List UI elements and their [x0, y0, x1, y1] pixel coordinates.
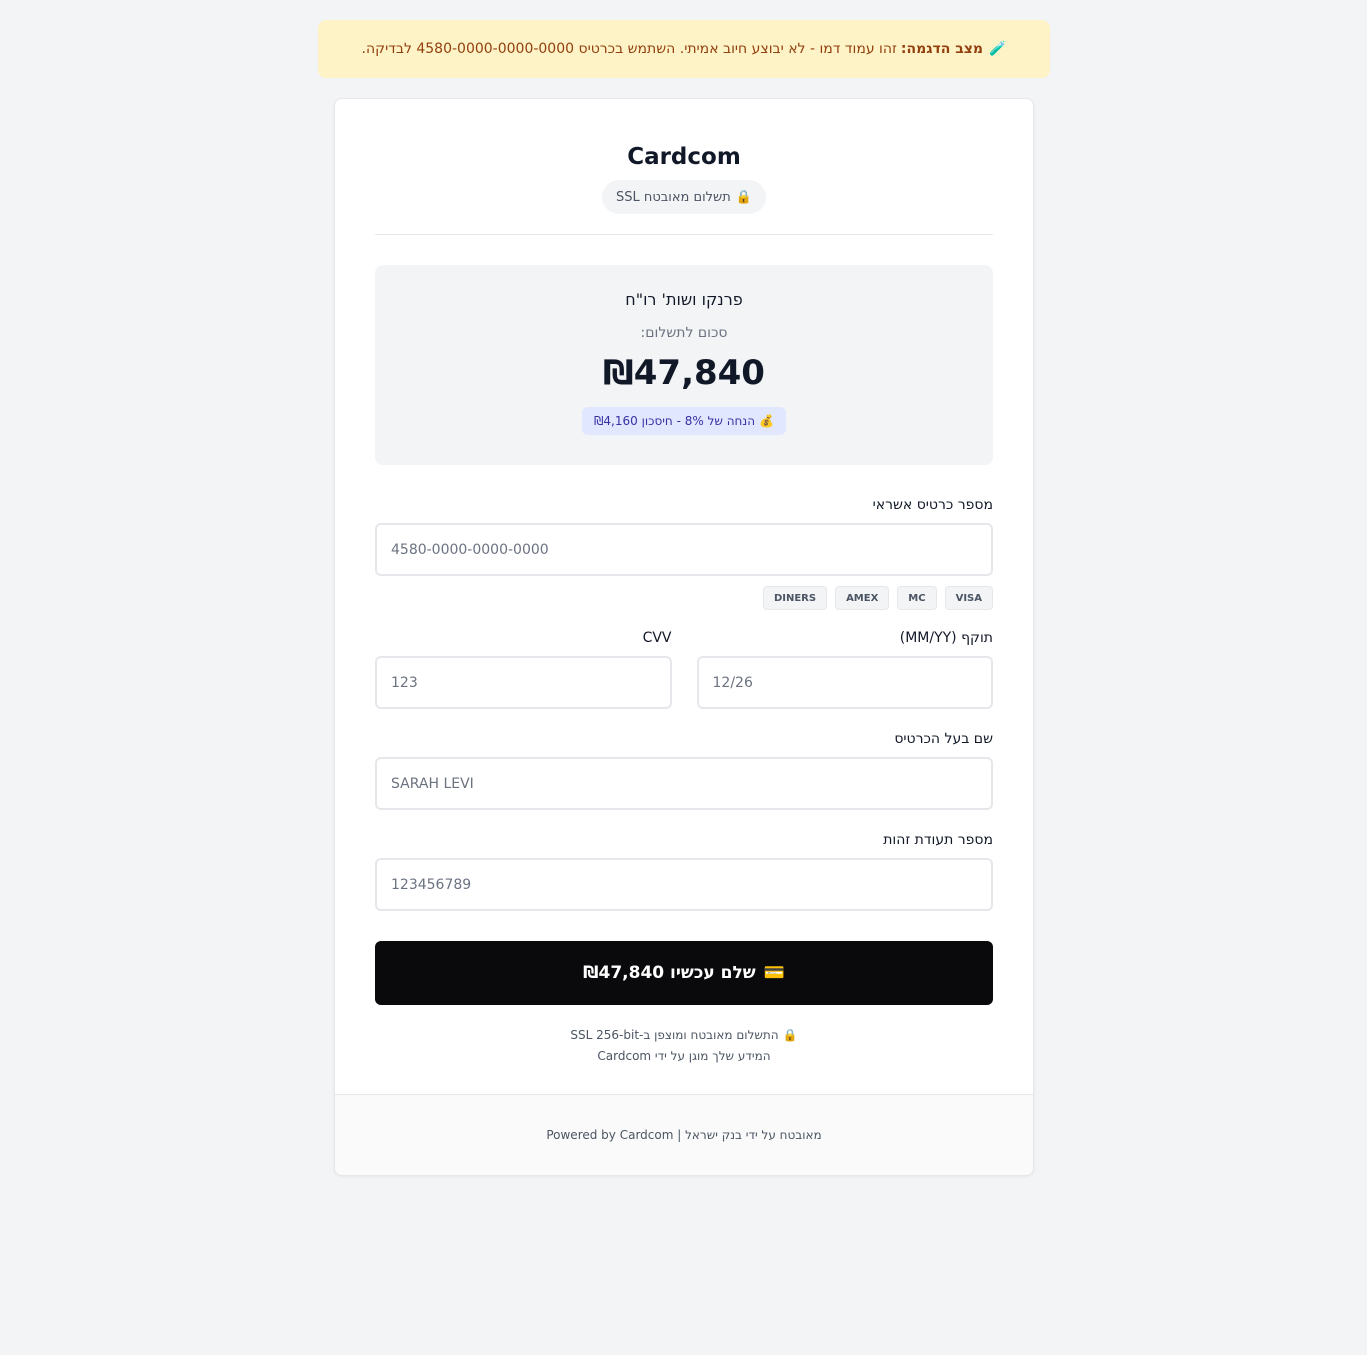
footer-text: Powered by Cardcom | מאובטח על ידי בנק י… [546, 1128, 822, 1142]
security-note-line2: המידע שלך מוגן על ידי Cardcom [597, 1049, 771, 1063]
payment-page: 🧪 מצב הדגמה: זהו עמוד דמו - לא יבוצע חיו… [0, 0, 1367, 1355]
payment-card-body: Cardcom 🔒 תשלום מאובטח SSL פרנקו ושות' ר… [335, 143, 1033, 1067]
expiry-input[interactable] [696, 656, 993, 709]
card-number-group: מספר כרטיס אשראי VISA MC AMEX DINERS [375, 495, 993, 610]
cardholder-label: שם בעל הכרטיס [894, 731, 993, 747]
merchant-name: פרנקו ושות' רו"ח [625, 290, 743, 309]
card-brands: VISA MC AMEX DINERS [375, 586, 993, 610]
expiry-label: תוקף (MM/YY) [899, 630, 993, 646]
expiry-cvv-row: תוקף (MM/YY) CVV [375, 628, 993, 709]
amount-label: סכום לתשלום: [640, 325, 728, 341]
amount-value: ₪47,840 [603, 353, 765, 393]
cardholder-group: שם בעל הכרטיס [375, 729, 993, 810]
payment-summary: פרנקו ושות' רו"ח סכום לתשלום: ₪47,840 💰 … [375, 265, 993, 465]
secure-pill-wrap: 🔒 תשלום מאובטח SSL [375, 180, 993, 214]
discount-text: הנחה של 8% - חיסכון ₪4,160 [593, 414, 756, 428]
secure-payment-badge: 🔒 תשלום מאובטח SSL [601, 180, 766, 214]
id-number-label: מספר תעודת זהות [883, 832, 993, 848]
card-brand-visa: VISA [944, 586, 993, 610]
cvv-input[interactable] [375, 656, 672, 709]
brand-title: Cardcom [627, 144, 741, 170]
credit-card-icon: 💳 [763, 963, 785, 983]
card-brand-amex: AMEX [835, 586, 890, 610]
money-bag-icon: 💰 [759, 414, 774, 428]
id-number-input[interactable] [375, 858, 993, 911]
card-brand-mastercard: MC [897, 586, 937, 610]
card-number-label: מספר כרטיס אשראי [872, 497, 993, 513]
security-note: 🔒התשלום מאובטח ומוצפן ב-SSL 256-bit המיד… [375, 1025, 993, 1067]
demo-banner-title: מצב הדגמה: [900, 41, 984, 57]
card-brand-diners: DINERS [762, 586, 828, 610]
expiry-group: תוקף (MM/YY) [696, 628, 993, 709]
demo-mode-banner: 🧪 מצב הדגמה: זהו עמוד דמו - לא יבוצע חיו… [318, 20, 1050, 78]
lock-icon: 🔒 [735, 189, 752, 205]
lock-icon: 🔒 [782, 1028, 798, 1042]
demo-banner-text: זהו עמוד דמו - לא יבוצע חיוב אמיתי. השתמ… [361, 41, 897, 57]
payment-card: Cardcom 🔒 תשלום מאובטח SSL פרנקו ושות' ר… [334, 98, 1034, 1176]
discount-wrap: 💰 הנחה של 8% - חיסכון ₪4,160 [375, 407, 993, 435]
cvv-label: CVV [642, 630, 672, 646]
card-number-input[interactable] [375, 523, 993, 576]
cardholder-name-input[interactable] [375, 757, 993, 810]
id-number-group: מספר תעודת זהות [375, 830, 993, 911]
discount-badge: 💰 הנחה של 8% - חיסכון ₪4,160 [581, 407, 786, 435]
secure-payment-label: תשלום מאובטח SSL [615, 189, 731, 205]
security-note-text1: התשלום מאובטח ומוצפן ב-SSL 256-bit [570, 1028, 779, 1042]
cvv-group: CVV [375, 628, 672, 709]
pay-now-button[interactable]: 💳 שלם עכשיו ₪47,840 [375, 941, 993, 1005]
security-note-line1: 🔒התשלום מאובטח ומוצפן ב-SSL 256-bit [375, 1025, 993, 1046]
card-footer: Powered by Cardcom | מאובטח על ידי בנק י… [335, 1094, 1033, 1175]
header-divider [375, 234, 993, 235]
pay-now-label: שלם עכשיו ₪47,840 [583, 963, 756, 983]
test-tube-icon: 🧪 [989, 41, 1007, 57]
